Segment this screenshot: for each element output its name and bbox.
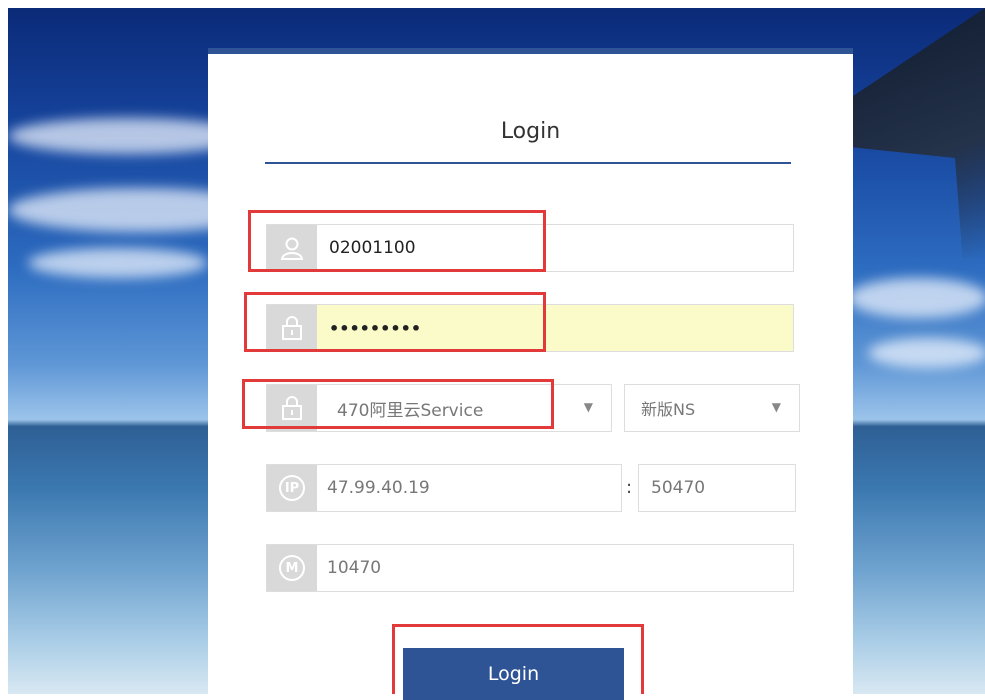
ip-icon: IP xyxy=(267,465,317,511)
lock-icon xyxy=(267,305,317,351)
m-field[interactable]: M 10470 xyxy=(266,544,794,592)
m-value: 10470 xyxy=(327,558,382,578)
user-icon xyxy=(267,225,317,271)
login-panel: Login 02001100 ••••••••• 470阿里云Service ▼… xyxy=(208,48,853,700)
colon-separator: : xyxy=(626,477,633,498)
server-select-value: 470阿里云Service xyxy=(337,400,484,421)
version-select-value: 新版NS xyxy=(641,400,696,419)
cloud xyxy=(28,248,208,278)
cloud xyxy=(848,278,985,318)
version-select[interactable]: 新版NS ▼ xyxy=(624,384,800,432)
title-underline xyxy=(265,162,791,164)
port-field[interactable]: 50470 xyxy=(638,464,796,512)
username-field[interactable]: 02001100 xyxy=(266,224,794,272)
ip-value: 47.99.40.19 xyxy=(327,478,430,498)
password-field[interactable]: ••••••••• xyxy=(266,304,794,352)
login-title: Login xyxy=(500,119,561,144)
chevron-down-icon: ▼ xyxy=(583,400,593,414)
lock-icon xyxy=(267,385,317,431)
server-select[interactable]: 470阿里云Service ▼ xyxy=(266,384,612,432)
login-button[interactable]: Login xyxy=(403,648,624,700)
m-icon: M xyxy=(267,545,317,591)
password-value: ••••••••• xyxy=(329,318,422,338)
username-value: 02001100 xyxy=(329,238,416,258)
ip-field[interactable]: IP 47.99.40.19 xyxy=(266,464,622,512)
port-value: 50470 xyxy=(651,478,706,498)
cloud xyxy=(868,338,985,368)
chevron-down-icon: ▼ xyxy=(771,400,781,414)
